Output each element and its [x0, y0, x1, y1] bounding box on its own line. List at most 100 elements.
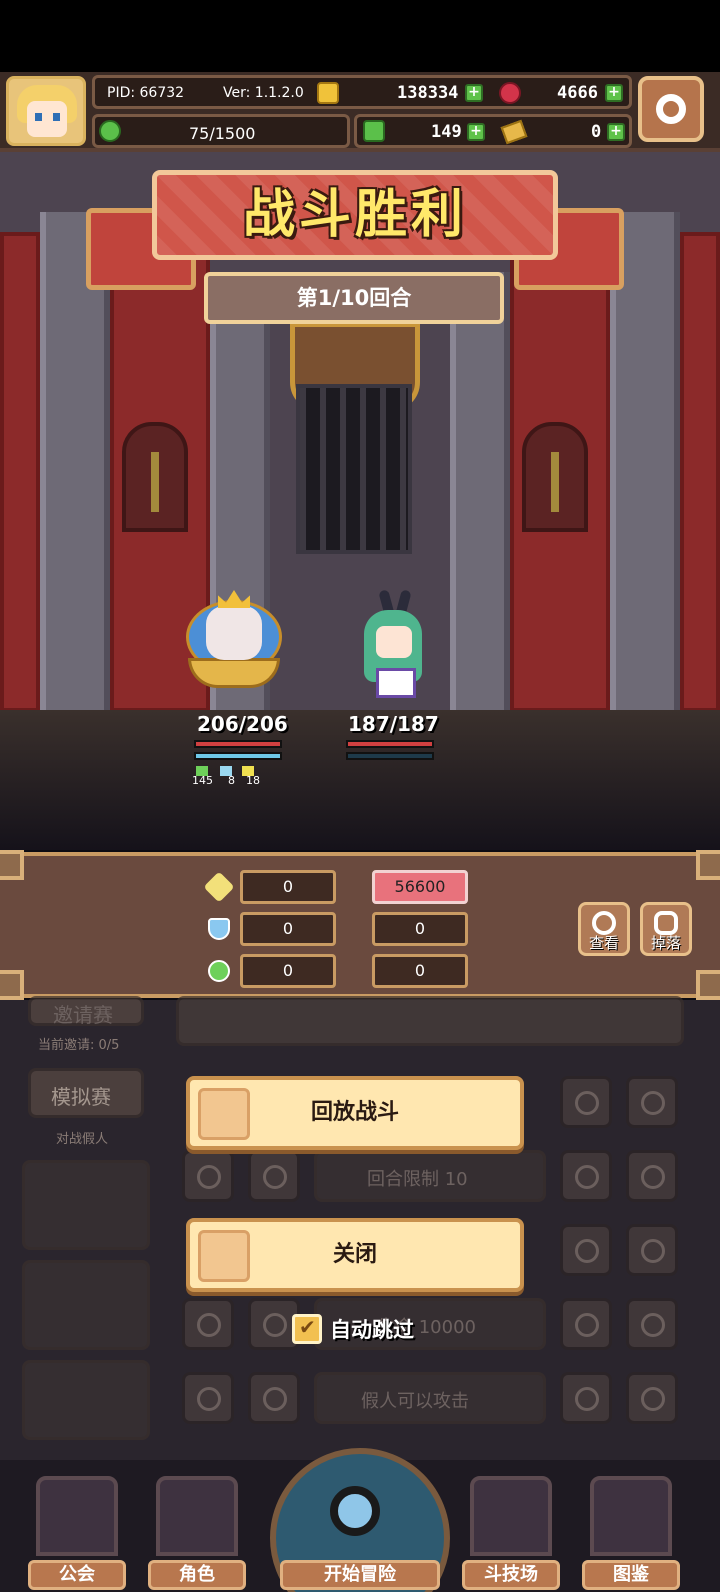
avatar-face	[27, 101, 67, 137]
hero-shell	[188, 658, 280, 688]
up-icon	[641, 1387, 665, 1411]
dummy-attack-text: 假人可以攻击	[361, 1391, 469, 1412]
enemy-body	[376, 668, 416, 698]
battle-result-title: 战斗胜利	[242, 185, 467, 245]
hud-row-top: PID: 66732 Ver: 1.1.2.0 138334 + 4666 +	[92, 75, 632, 109]
coin-icon	[317, 82, 339, 104]
plus-button	[560, 1372, 612, 1424]
player-heal-value: 0	[240, 954, 336, 988]
plus-icon	[575, 1387, 599, 1411]
drop-button[interactable]: 掉落	[640, 902, 692, 956]
down-icon	[197, 1387, 221, 1411]
auto-skip-label: 自动跳过	[330, 1318, 414, 1342]
guild-icon	[36, 1476, 118, 1556]
down-button	[182, 1298, 234, 1350]
enemy-mp-bar	[346, 752, 434, 760]
auto-skip-checkbox[interactable]: 自动跳过	[292, 1312, 432, 1346]
max-button	[626, 1150, 678, 1202]
version-label: Ver: 1.1.2.0	[223, 85, 304, 101]
minus-icon	[263, 1387, 287, 1411]
max-button	[626, 1372, 678, 1424]
portcullis-gate	[296, 384, 412, 554]
menu-slot	[22, 1160, 150, 1250]
red-banner	[680, 232, 720, 710]
preview-strip	[176, 996, 684, 1046]
invite-label: 邀请赛	[53, 1003, 113, 1027]
add-ticket-button[interactable]: +	[607, 123, 625, 141]
panel-corner	[0, 970, 24, 1000]
panel-corner	[696, 850, 720, 880]
player-hp-bar	[194, 740, 282, 748]
enemy-hp-bar	[346, 740, 434, 748]
add-clover-button[interactable]: +	[467, 123, 485, 141]
character-icon	[156, 1476, 238, 1556]
add-gold-button[interactable]: +	[465, 84, 483, 102]
up-icon	[641, 1239, 665, 1263]
close-button[interactable]: 关闭	[186, 1218, 524, 1292]
down-button	[182, 1150, 234, 1202]
hud-row-stamina: 75/1500	[92, 114, 350, 148]
red-banner	[0, 232, 40, 710]
minus-button	[248, 1150, 300, 1202]
enemy-block-value: 0	[372, 912, 468, 946]
settings-button[interactable]	[638, 76, 704, 142]
panel-corner	[0, 850, 24, 880]
clover-value: 149	[431, 122, 462, 142]
defense-buff-value: 8	[228, 774, 235, 787]
player-block-value: 0	[240, 912, 336, 946]
sim-label: 模拟赛	[51, 1085, 111, 1109]
invite-status: 当前邀请: 0/5	[38, 1038, 120, 1053]
nav-adventure[interactable]: 开始冒险	[270, 1448, 450, 1592]
gold-value: 138334	[397, 83, 459, 103]
dummy-attack-field: 假人可以攻击	[314, 1372, 546, 1424]
plus-button	[560, 1076, 612, 1128]
view-button[interactable]: 查看	[578, 902, 630, 956]
nav-arena[interactable]: 斗技场	[462, 1476, 560, 1592]
down-button	[182, 1372, 234, 1424]
crown-icon	[218, 590, 250, 608]
player-hp-text: 206/206	[197, 712, 288, 736]
speed-buff-value: 18	[246, 774, 260, 787]
down-icon	[197, 1165, 221, 1189]
round-counter: 第1/10回合	[204, 272, 504, 324]
enemy-character	[358, 589, 438, 700]
replay-battle-button[interactable]: 回放战斗	[186, 1076, 524, 1150]
sim-match-button: 模拟赛	[28, 1068, 144, 1118]
gem-value: 4666	[557, 83, 598, 103]
up-icon	[641, 1313, 665, 1337]
clover-icon	[363, 120, 385, 142]
status-band	[0, 0, 720, 72]
heal-icon	[208, 960, 230, 982]
max-button	[626, 1224, 678, 1276]
nav-role-label: 角色	[148, 1560, 246, 1590]
invite-match-button: 邀请赛	[28, 996, 144, 1027]
battle-stats-panel: 0 56600 0 0 0 0 查看 掉落	[0, 850, 720, 1000]
add-gem-button[interactable]: +	[605, 84, 623, 102]
player-mp-bar	[194, 752, 282, 760]
checkbox-checked-icon	[292, 1314, 322, 1344]
magnifier-icon	[330, 1486, 380, 1536]
menu-slot	[22, 1360, 150, 1440]
player-damage-value: 0	[240, 870, 336, 904]
round-limit-field: 回合限制 10	[314, 1150, 546, 1202]
menu-slot	[22, 1260, 150, 1350]
player-avatar[interactable]	[6, 76, 86, 146]
sim-sub: 对战假人	[56, 1132, 109, 1147]
plus-icon	[575, 1239, 599, 1263]
stamina-value: 75/1500	[189, 124, 256, 143]
avatar-eye	[35, 113, 42, 121]
nav-guild[interactable]: 公会	[28, 1476, 126, 1592]
pid-label: PID: 66732	[107, 85, 185, 101]
attack-icon	[203, 871, 235, 903]
castle-pillar	[450, 272, 510, 710]
nav-role[interactable]: 角色	[148, 1476, 246, 1592]
shield-icon	[208, 918, 230, 940]
hero-head	[206, 606, 262, 660]
nav-adventure-label: 开始冒险	[280, 1560, 440, 1590]
enemy-heal-value: 0	[372, 954, 468, 988]
replay-label: 回放战斗	[310, 1100, 399, 1125]
nav-codex-label: 图鉴	[582, 1560, 680, 1590]
avatar-eye	[53, 113, 60, 121]
plus-button	[560, 1224, 612, 1276]
nav-codex[interactable]: 图鉴	[582, 1476, 680, 1592]
